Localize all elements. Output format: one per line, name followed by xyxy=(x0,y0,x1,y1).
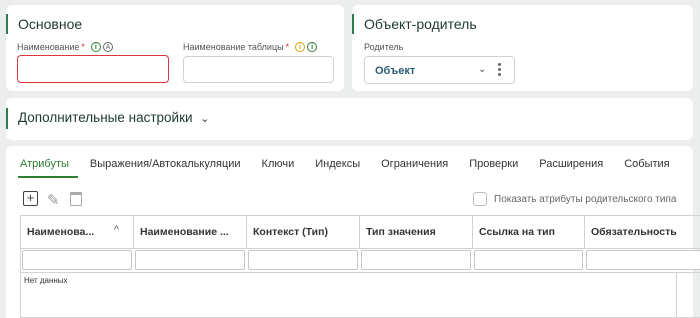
parent-select-value: Объект xyxy=(375,65,416,77)
filter-input[interactable] xyxy=(22,250,132,270)
filter-input[interactable] xyxy=(248,250,358,270)
required-mark: * xyxy=(285,42,290,52)
table-name-label-text: Наименование таблицы xyxy=(183,42,284,52)
column-header-name-text: Наименова... xyxy=(27,226,95,238)
filter-input[interactable] xyxy=(474,250,583,270)
show-parent-attrs-label: Показать атрибуты родительского типа xyxy=(494,194,677,205)
sort-asc-icon[interactable]: ^ xyxy=(114,224,119,236)
parent-select[interactable]: Объект ⌄ xyxy=(364,56,515,84)
name-label: Наименование * i A xyxy=(17,42,113,52)
delete-icon[interactable] xyxy=(70,192,82,206)
column-header-value-type[interactable]: Тип значения xyxy=(360,216,473,248)
active-tab-indicator xyxy=(18,176,78,178)
column-header-type-ref[interactable]: Ссылка на тип xyxy=(473,216,585,248)
table-name-input[interactable] xyxy=(183,56,334,83)
info-icon[interactable]: i xyxy=(90,42,101,52)
localization-icon[interactable]: A xyxy=(102,42,113,52)
column-header-context[interactable]: Контекст (Тип) xyxy=(247,216,360,248)
column-header-table-name[interactable]: Наименование ... xyxy=(134,216,247,248)
name-input[interactable] xyxy=(17,55,169,83)
column-header-name[interactable]: Наименова... ^ xyxy=(21,216,134,248)
required-mark: * xyxy=(81,42,85,52)
tab-indexes[interactable]: Индексы xyxy=(315,158,360,170)
no-data-text: Нет данных xyxy=(24,276,68,285)
divider xyxy=(21,248,700,249)
extra-settings-card[interactable]: Дополнительные настройки ⌄ xyxy=(6,98,693,140)
more-icon[interactable] xyxy=(498,63,501,78)
add-icon[interactable]: + xyxy=(23,191,38,206)
basic-card-title: Основное xyxy=(6,14,82,34)
attributes-grid: Наименова... ^ Наименование ... Контекст… xyxy=(20,215,700,318)
parent-card: Объект-родитель Родитель Объект ⌄ xyxy=(352,5,693,91)
tab-extensions[interactable]: Расширения xyxy=(539,158,603,170)
divider xyxy=(676,272,677,318)
basic-card: Основное Наименование * i A Наименование… xyxy=(6,5,344,91)
name-label-text: Наименование xyxy=(17,42,80,52)
chevron-down-icon[interactable]: ⌄ xyxy=(478,64,486,75)
parent-label: Родитель xyxy=(364,42,404,52)
tab-constraints[interactable]: Ограничения xyxy=(381,158,448,170)
table-name-label: Наименование таблицы * i i xyxy=(183,42,318,52)
parent-card-title: Объект-родитель xyxy=(352,14,477,34)
filter-input[interactable] xyxy=(135,250,245,270)
info-icon[interactable]: i xyxy=(307,42,318,52)
tab-bar: Атрибуты Выражения/Автокалькуляции Ключи… xyxy=(20,158,691,170)
tab-checks[interactable]: Проверки xyxy=(469,158,518,170)
tab-attributes[interactable]: Атрибуты xyxy=(20,158,69,170)
chevron-down-icon: ⌄ xyxy=(200,113,210,125)
extra-settings-title[interactable]: Дополнительные настройки ⌄ xyxy=(6,108,210,129)
filter-input[interactable] xyxy=(586,250,700,270)
divider xyxy=(21,272,700,273)
show-parent-attrs-checkbox[interactable] xyxy=(473,192,487,206)
warning-info-icon[interactable]: i xyxy=(295,42,306,52)
filter-input[interactable] xyxy=(361,250,471,270)
extra-settings-title-text: Дополнительные настройки xyxy=(18,110,193,125)
tab-keys[interactable]: Ключи xyxy=(262,158,295,170)
edit-icon[interactable]: ✎ xyxy=(47,191,60,209)
tab-expressions[interactable]: Выражения/Автокалькуляции xyxy=(90,158,241,170)
tab-events[interactable]: События xyxy=(624,158,669,170)
column-header-required[interactable]: Обязательность xyxy=(585,216,700,248)
